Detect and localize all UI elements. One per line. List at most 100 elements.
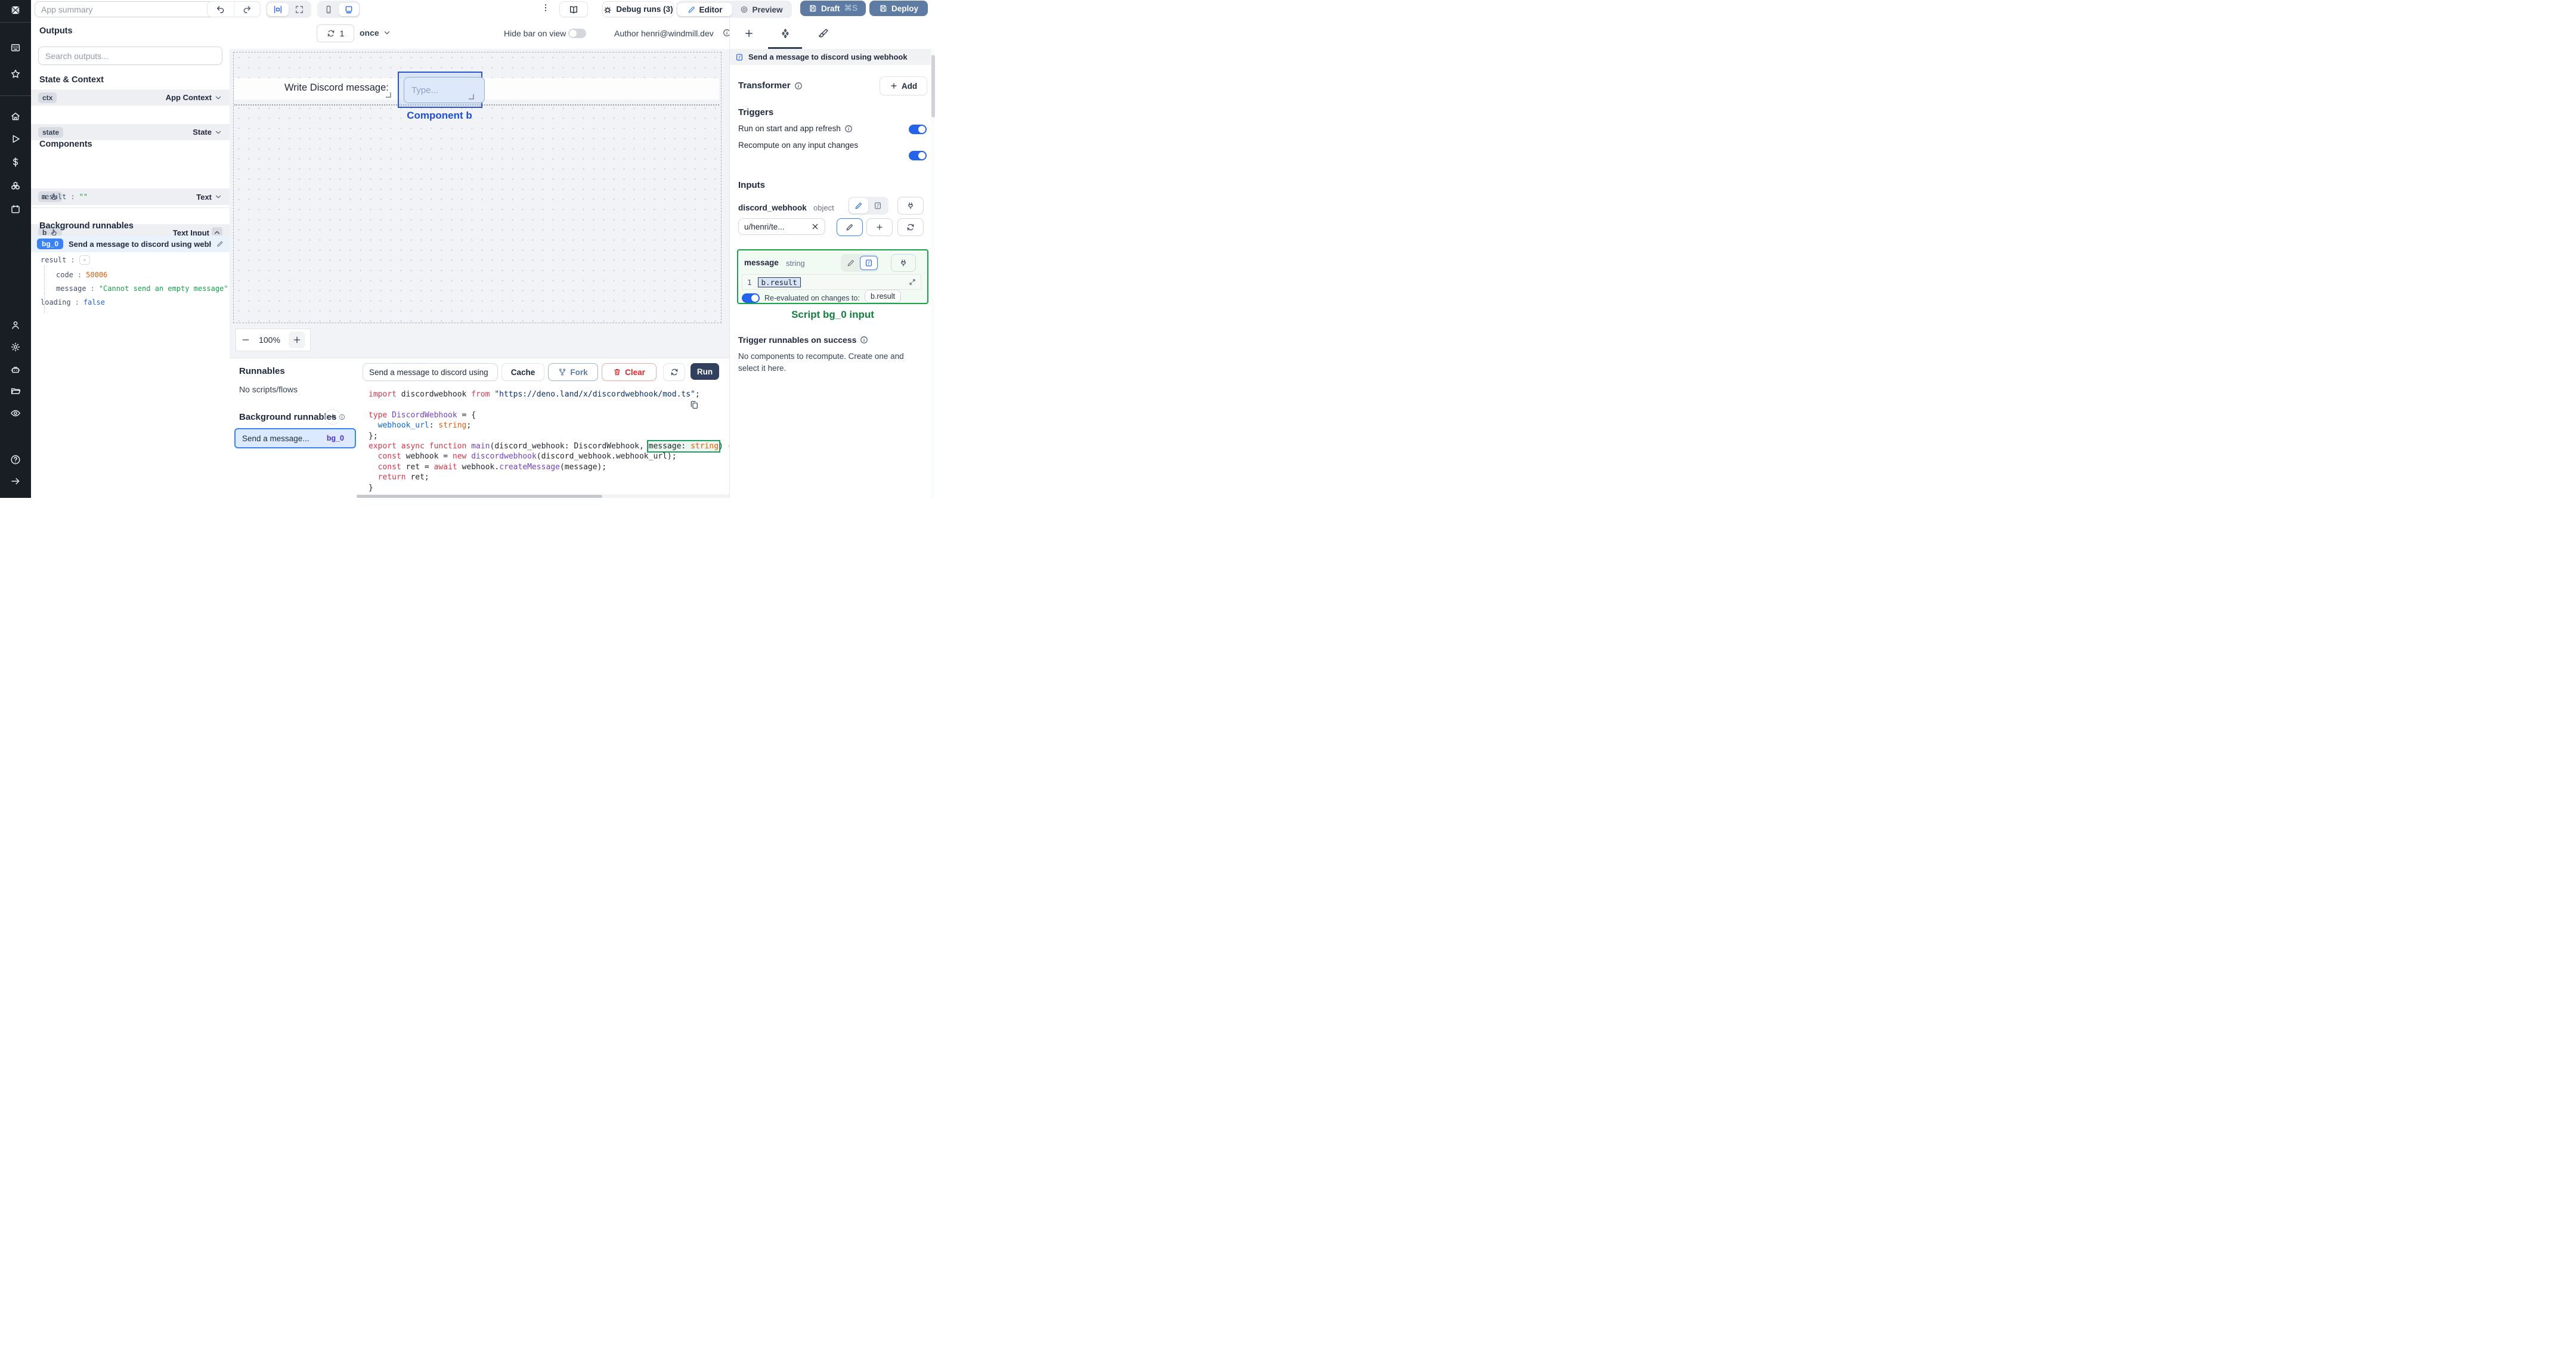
draft-button[interactable]: Draft ⌘S	[800, 1, 866, 16]
code-lines[interactable]: import discordwebhook from "https://deno…	[369, 389, 729, 493]
runnable-header: f Send a message to discord using webhoo…	[730, 49, 935, 65]
robot-icon[interactable]	[10, 364, 21, 375]
boxes-icon[interactable]	[10, 181, 21, 191]
component-b-selected[interactable]: Type...	[398, 72, 485, 108]
refresh-script-button[interactable]	[663, 363, 685, 381]
kebab-menu-icon[interactable]	[541, 3, 550, 13]
add-transformer-button[interactable]: Add	[880, 76, 927, 95]
app-canvas[interactable]: Write Discord message: Type... Component…	[230, 49, 729, 358]
search-outputs-input[interactable]	[38, 47, 222, 65]
refresh-resource-icon[interactable]	[897, 218, 924, 236]
static-mode-pencil-icon[interactable]	[842, 256, 860, 270]
windmill-logo-icon[interactable]	[10, 4, 21, 16]
edit-resource-pencil-icon[interactable]	[837, 218, 863, 236]
component-a-text[interactable]: Write Discord message:	[284, 82, 389, 94]
chevron-down-icon[interactable]	[214, 94, 222, 102]
chevron-down-icon[interactable]	[214, 193, 222, 201]
debug-runs-button[interactable]: Debug runs (3)	[602, 1, 674, 17]
static-mode-pencil-icon[interactable]	[849, 198, 868, 213]
tab-preview[interactable]: Preview	[732, 3, 791, 16]
add-label: Add	[901, 81, 918, 91]
desktop-icon[interactable]	[339, 3, 359, 16]
styling-tab[interactable]	[818, 28, 829, 39]
reeval-value-chip[interactable]: b.result	[865, 290, 901, 303]
connect-plug-icon[interactable]	[897, 197, 924, 215]
message-expression-editor[interactable]: 1 b.result	[742, 274, 921, 290]
align-icon[interactable]	[267, 3, 289, 16]
horizontal-scrollbar[interactable]	[357, 494, 729, 498]
close-icon[interactable]	[811, 222, 819, 231]
settings-tab[interactable]	[780, 28, 791, 39]
folder-icon[interactable]	[10, 386, 21, 397]
calendar-icon[interactable]	[10, 204, 21, 215]
pencil-icon	[688, 5, 696, 14]
copy-icon[interactable]	[689, 400, 699, 410]
home-icon[interactable]	[10, 111, 21, 122]
fork-button[interactable]: Fork	[548, 363, 598, 381]
dollar-icon[interactable]	[10, 157, 21, 168]
script-name-input[interactable]	[363, 363, 498, 381]
reeval-toggle[interactable]	[742, 293, 760, 303]
run-button[interactable]: Run	[691, 363, 719, 380]
zoom-out-button[interactable]	[241, 335, 250, 345]
redo-icon[interactable]	[234, 2, 261, 17]
undo-icon[interactable]	[208, 2, 234, 17]
eye-icon[interactable]	[10, 408, 21, 419]
clear-button[interactable]: Clear	[602, 363, 657, 381]
user-icon[interactable]	[10, 320, 21, 330]
ctx-badge: ctx	[38, 92, 57, 103]
info-icon[interactable]	[794, 82, 803, 90]
resize-handle[interactable]	[386, 92, 391, 98]
message-expression-value[interactable]: b.result	[757, 277, 801, 287]
trigger-recompute-label: Recompute on any input changes	[738, 141, 859, 150]
collapse-button[interactable]: -	[79, 255, 91, 265]
insert-component-tab[interactable]	[744, 28, 754, 39]
output-row-state[interactable]: state State	[31, 124, 230, 140]
windmill-app-editor: Debug runs (3) Editor Preview Draft ⌘S D…	[0, 0, 935, 498]
connect-plug-icon[interactable]	[891, 254, 916, 272]
tab-editor[interactable]: Editor	[677, 3, 732, 16]
bg0-result-row[interactable]: result: -	[41, 255, 91, 265]
pencil-icon[interactable]	[216, 240, 224, 247]
canvas-grid[interactable]: Write Discord message: Type... Component…	[233, 52, 722, 323]
bg0-runnable-row[interactable]: bg_0 Send a message to discord using web…	[31, 236, 230, 252]
scrollbar-thumb[interactable]	[931, 55, 935, 117]
apps-icon[interactable]	[10, 42, 21, 53]
star-icon[interactable]	[10, 69, 21, 79]
device-toggle-group	[317, 1, 360, 18]
add-runnable-button[interactable]	[325, 409, 340, 425]
phone-icon[interactable]	[318, 3, 339, 16]
arrow-right-icon[interactable]	[10, 476, 21, 487]
state-context-title: State & Context	[39, 75, 104, 85]
create-resource-plus-icon[interactable]	[866, 218, 893, 236]
hide-bar-toggle[interactable]	[568, 29, 586, 38]
docs-button[interactable]	[559, 1, 588, 17]
refresh-mode-value: once	[360, 28, 379, 38]
play-icon[interactable]	[10, 134, 21, 144]
info-icon[interactable]	[860, 336, 868, 344]
run-on-start-toggle[interactable]	[909, 125, 927, 134]
cache-button[interactable]: Cache	[501, 363, 544, 381]
refresh-mode-select[interactable]: once	[360, 24, 391, 41]
draft-shortcut: ⌘S	[844, 4, 858, 13]
expand-icon[interactable]	[289, 3, 310, 16]
chevron-down-icon[interactable]	[214, 128, 222, 137]
discord-webhook-value-field[interactable]: u/henri/te...	[738, 218, 825, 235]
vertical-scrollbar[interactable]	[931, 49, 935, 498]
help-icon[interactable]	[10, 454, 21, 465]
resize-handle[interactable]	[469, 94, 474, 100]
app-summary-input[interactable]	[35, 1, 216, 17]
selected-runnable[interactable]: Send a message... bg_0	[234, 428, 356, 448]
settings-icon[interactable]	[10, 342, 21, 352]
info-icon[interactable]	[844, 125, 853, 133]
discord-webhook-name: discord_webhook	[738, 203, 807, 212]
zoom-in-button[interactable]	[289, 332, 305, 348]
eval-mode-function-icon[interactable]: f	[868, 198, 887, 213]
refresh-count-button[interactable]: 1	[317, 24, 354, 42]
recompute-toggle[interactable]	[909, 151, 927, 160]
expand-small-icon[interactable]	[909, 278, 916, 286]
deploy-button[interactable]: Deploy	[869, 1, 928, 16]
output-row-ctx[interactable]: ctx App Context	[31, 89, 230, 106]
eval-mode-function-icon[interactable]: f	[860, 256, 878, 270]
scrollbar-thumb[interactable]	[357, 495, 602, 498]
